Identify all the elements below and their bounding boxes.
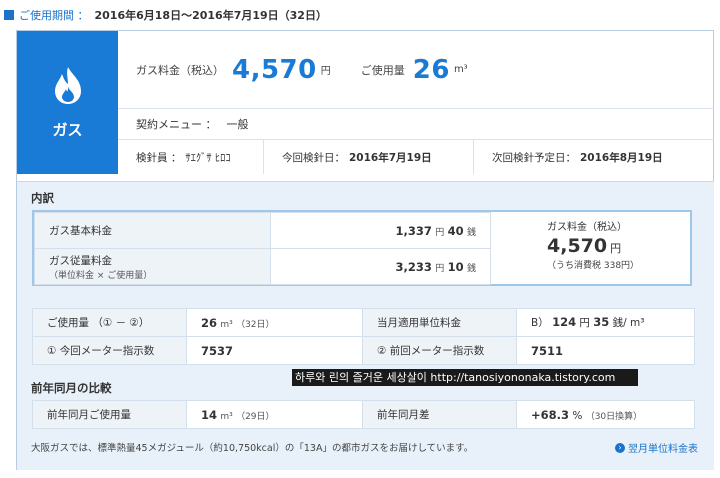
chevron-right-icon: › <box>615 442 625 453</box>
usage-amount-label: ご使用量 （① － ②） <box>32 308 187 337</box>
base-fee-label: ガス基本料金 <box>34 212 271 249</box>
next-reading-label: 次回検針予定日： <box>492 151 576 164</box>
table-row: ① 今回メーター指示数 7537 ② 前回メーター指示数 7511 <box>32 336 695 365</box>
usage-period-label: ご使用期間 ： <box>19 9 89 22</box>
unit-price-table-link[interactable]: › 翌月単位料金表 <box>615 440 698 455</box>
total-fee: ガス料金（税込） 4,570 円 （うち消費税 338円） <box>490 212 690 284</box>
contract-row: 契約メニュー ： 一般 <box>118 109 714 140</box>
fee-breakdown-table: ガス基本料金 1,337 円 40 銭 ガス従量料金 （単位料金 × ご使用量）… <box>34 212 491 285</box>
unit-price-value: B） 124 円 35 銭/ m³ <box>516 308 695 337</box>
contract-value: 一般 <box>226 118 249 131</box>
meter-reader-value: ｻｴｸﾞｻ ﾋﾛｺ <box>185 151 231 164</box>
fee-value: 4,570 <box>232 54 317 85</box>
contract-label: 契約メニュー ： <box>136 118 217 131</box>
meter-row: 検針員 ： ｻｴｸﾞｻ ﾋﾛｺ 今回検針日： 2016年7月19日 次回検針予定… <box>118 140 714 174</box>
usage-label: ご使用量 <box>360 63 405 77</box>
previous-meter-value: 7511 <box>516 336 695 365</box>
next-reading-value: 2016年8月19日 <box>580 151 663 164</box>
usage-fee-label: ガス従量料金 （単位料金 × ご使用量） <box>34 248 271 285</box>
prev-year-usage-value: 14 m³ （29日） <box>186 400 363 429</box>
current-reading-date: 今回検針日： 2016年7月19日 <box>264 140 474 174</box>
unit-price-table-link-label[interactable]: 翌月単位料金表 <box>628 440 698 455</box>
prev-year-diff-label: 前年同月差 <box>362 400 517 429</box>
usage-unit: m³ <box>453 64 468 75</box>
comparison-title: 前年同月の比較 <box>31 381 112 395</box>
current-reading-value: 2016年7月19日 <box>349 151 432 164</box>
summary-row: ガス料金（税込） 4,570 円 ご使用量 26 m³ <box>118 31 714 109</box>
usage-amount-value: 26 m³ （32日） <box>186 308 363 337</box>
total-fee-label: ガス料金（税込） <box>547 222 627 233</box>
usage-value: 26 <box>412 54 450 85</box>
usage-fee-value: 3,233 円 10 銭 <box>270 248 491 285</box>
current-reading-label: 今回検針日： <box>282 151 345 164</box>
calorie-note: 大阪ガスでは、標準熱量45メガジュール（約10,750kcal）の「13A」の都… <box>31 443 474 454</box>
unit-price-label: 当月適用単位料金 <box>362 308 517 337</box>
table-row: 前年同月ご使用量 14 m³ （29日） 前年同月差 +68.3 % （30日換… <box>32 400 695 429</box>
breakdown-title: 内訳 <box>31 191 54 205</box>
gas-bill-card: ガス ガス料金（税込） 4,570 円 ご使用量 26 m³ 契約メニュー ： … <box>16 30 714 470</box>
table-row: ガス従量料金 （単位料金 × ご使用量） 3,233 円 10 銭 <box>34 248 491 285</box>
square-icon <box>4 10 14 20</box>
watermark: 하루와 린의 즐거운 세상살이 http://tanosiyononaka.ti… <box>292 369 638 386</box>
comparison-table: 前年同月ご使用量 14 m³ （29日） 前年同月差 +68.3 % （30日換… <box>32 400 695 429</box>
fee-unit: 円 <box>320 66 331 77</box>
breakdown-panel: 内訳 ガス基本料金 1,337 円 40 銭 ガス従量料金 （単位料金 × ご使… <box>17 181 714 470</box>
table-row: ご使用量 （① － ②） 26 m³ （32日） 当月適用単位料金 B） 124… <box>32 308 695 337</box>
gas-tile: ガス <box>17 31 118 174</box>
table-row: ガス基本料金 1,337 円 40 銭 <box>34 212 491 249</box>
prev-year-usage-label: 前年同月ご使用量 <box>32 400 187 429</box>
flame-icon <box>54 67 81 104</box>
meter-reader: 検針員 ： ｻｴｸﾞｻ ﾋﾛｺ <box>118 140 264 174</box>
meter-reader-label: 検針員 ： <box>136 151 182 164</box>
usage-period: ご使用期間 ： 2016年6月18日～2016年7月19日（32日） <box>4 6 327 24</box>
total-fee-value: 4,570 円 <box>547 235 622 257</box>
base-fee-value: 1,337 円 40 銭 <box>270 212 491 249</box>
current-meter-value: 7537 <box>186 336 363 365</box>
usage-period-value: 2016年6月18日～2016年7月19日（32日） <box>94 9 327 22</box>
tax-note: （うち消費税 338円） <box>547 261 640 271</box>
usage-table: ご使用量 （① － ②） 26 m³ （32日） 当月適用単位料金 B） 124… <box>32 308 695 365</box>
fee-label: ガス料金（税込） <box>136 63 224 77</box>
fee-breakdown-box: ガス基本料金 1,337 円 40 銭 ガス従量料金 （単位料金 × ご使用量）… <box>32 210 692 286</box>
gas-tile-label: ガス <box>52 121 83 139</box>
previous-meter-label: ② 前回メーター指示数 <box>362 336 517 365</box>
current-meter-label: ① 今回メーター指示数 <box>32 336 187 365</box>
prev-year-diff-value: +68.3 % （30日換算） <box>516 400 695 429</box>
next-reading-date: 次回検針予定日： 2016年8月19日 <box>474 140 713 174</box>
